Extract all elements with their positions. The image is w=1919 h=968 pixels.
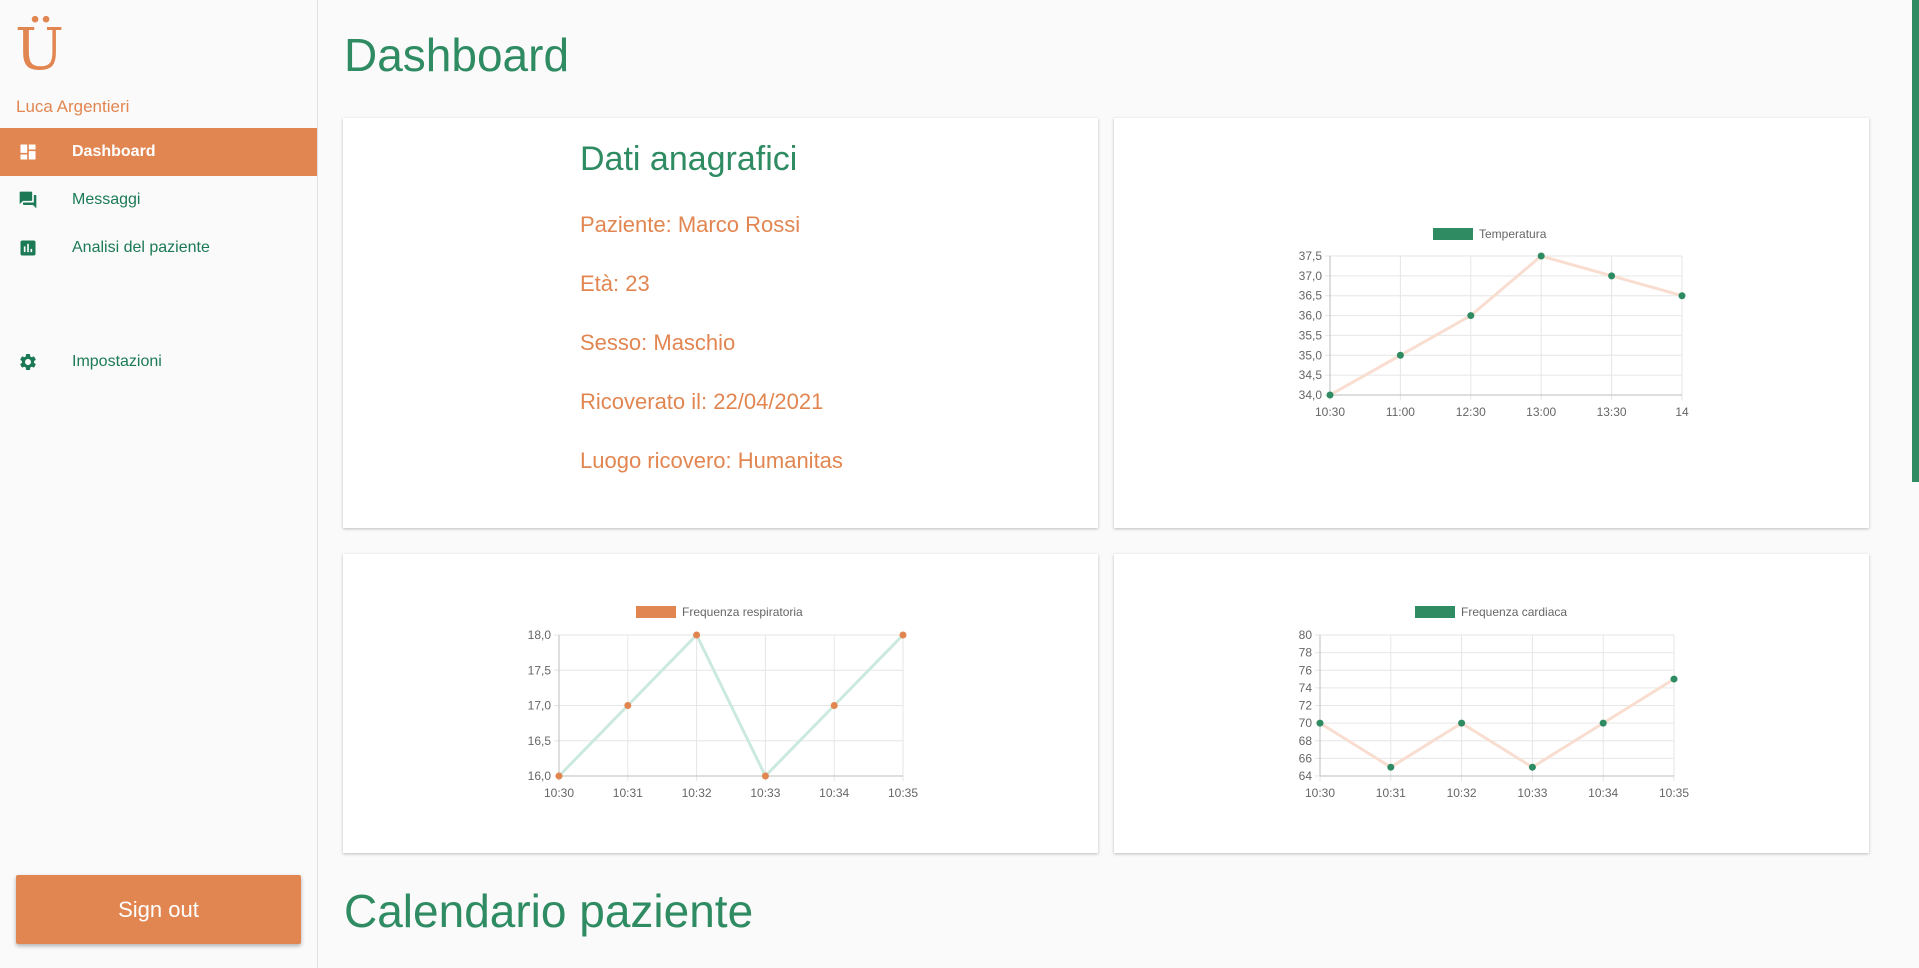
x-tick-label: 14: [1675, 405, 1689, 419]
y-tick-label: 70: [1299, 716, 1313, 730]
card-title: Dati anagrafici: [580, 140, 798, 178]
y-tick-label: 34,0: [1299, 388, 1323, 402]
admission-date: Ricoverato il: 22/04/2021: [580, 389, 824, 414]
sidebar-item-analisi[interactable]: Analisi del paziente: [0, 224, 317, 272]
y-tick-label: 36,0: [1299, 309, 1323, 323]
y-tick-label: 17,5: [528, 663, 552, 677]
data-point: [555, 772, 563, 780]
data-point: [1678, 292, 1686, 300]
heart-rate-chart-card: 80 78 76 74 72 70 68 66 64 10:30 10:31 10:32 10:33 10…: [1114, 554, 1869, 853]
data-point: [1670, 675, 1678, 683]
scrollbar-thumb[interactable]: [1912, 0, 1919, 482]
data-point: [1537, 252, 1545, 260]
x-tick-label: 10:30: [544, 786, 574, 800]
sidebar-item-label: Messaggi: [72, 191, 141, 208]
patient-age: Età: 23: [580, 271, 650, 296]
y-tick-label: 35,0: [1299, 348, 1323, 362]
y-tick-label: 76: [1299, 663, 1313, 677]
y-tick-label: 37,0: [1299, 269, 1323, 283]
legend-label: Frequenza cardiaca: [1461, 605, 1567, 619]
data-point: [1608, 272, 1616, 280]
x-tick-label: 13:00: [1526, 405, 1556, 419]
respiratory-rate-chart: 18,0 17,5 17,0 16,5 16,0 10:30 10:31 10:32 10:33…: [528, 605, 919, 800]
x-tick-label: 10:32: [1447, 786, 1477, 800]
legend-swatch: [1415, 606, 1455, 618]
y-tick-label: 74: [1299, 681, 1313, 695]
sidebar-item-label: Analisi del paziente: [72, 239, 210, 256]
x-tick-label: 10:33: [1517, 786, 1547, 800]
sidebar-item-impostazioni[interactable]: Impostazioni: [0, 338, 317, 386]
data-point: [899, 631, 907, 639]
user-name: Luca Argentieri: [16, 97, 130, 116]
x-tick-label: 10:31: [1376, 786, 1406, 800]
analytics-icon: [18, 238, 38, 258]
y-tick-label: 78: [1299, 646, 1313, 660]
y-tick-label: 18,0: [528, 628, 552, 642]
data-point: [1528, 763, 1536, 771]
y-tick-label: 36,5: [1299, 289, 1323, 303]
patient-sex: Sesso: Maschio: [580, 330, 736, 355]
patient-info-card: Dati anagrafici Paziente: Marco Rossi Et…: [343, 118, 1098, 528]
sidebar-item-label: Dashboard: [72, 143, 156, 160]
x-tick-label: 10:30: [1315, 405, 1345, 419]
dashboard-icon: [18, 142, 38, 162]
x-tick-label: 10:34: [1588, 786, 1618, 800]
sidebar-item-dashboard[interactable]: Dashboard: [0, 128, 317, 176]
data-point: [624, 702, 632, 709]
x-tick-label: 10:31: [613, 786, 643, 800]
data-point: [1467, 312, 1475, 320]
legend-swatch: [636, 606, 676, 618]
x-tick-label: 13:30: [1597, 405, 1627, 419]
y-tick-label: 16,5: [528, 734, 552, 748]
admission-place: Luogo ricovero: Humanitas: [580, 448, 843, 473]
legend-label: Frequenza respiratoria: [682, 605, 803, 619]
data-point: [1599, 719, 1607, 727]
gear-icon: [18, 352, 38, 372]
y-tick-label: 37,5: [1299, 249, 1323, 263]
sidebar: Ü Luca Argentieri Dashboard Messaggi Ana…: [0, 0, 318, 968]
x-tick-label: 11:00: [1386, 405, 1415, 419]
sign-out-button[interactable]: Sign out: [16, 875, 301, 944]
series-line: [1329, 254, 1683, 397]
x-tick-label: 10:30: [1305, 786, 1335, 800]
patient-name: Paziente: Marco Rossi: [580, 212, 801, 237]
y-tick-label: 66: [1299, 751, 1313, 765]
page-title: Dashboard: [344, 29, 570, 81]
x-tick-label: 10:33: [750, 786, 780, 800]
x-tick-label: 10:35: [1659, 786, 1689, 800]
y-tick-label: 35,5: [1299, 328, 1323, 342]
legend-label: Temperatura: [1479, 227, 1547, 241]
app-logo: Ü: [15, 15, 64, 83]
y-tick-label: 34,5: [1299, 368, 1323, 382]
y-tick-label: 80: [1299, 628, 1313, 642]
forum-icon: [18, 190, 38, 210]
y-tick-label: 17,0: [528, 699, 552, 713]
sidebar-item-label: Impostazioni: [72, 353, 162, 370]
sidebar-item-messaggi[interactable]: Messaggi: [0, 176, 317, 224]
y-tick-label: 16,0: [528, 769, 552, 783]
data-point: [830, 702, 838, 709]
y-tick-label: 72: [1299, 699, 1313, 713]
temperature-chart-card: 37,5 37,0 36,5 36,0 35,5 35,0 34,5 34,0 10:30 11:…: [1114, 118, 1869, 528]
heart-rate-chart: 80 78 76 74 72 70 68 66 64 10:30 10:31 10:32 10:33 10…: [1299, 605, 1690, 800]
data-point: [761, 772, 769, 780]
y-tick-label: 64: [1299, 769, 1313, 783]
temperature-chart: 37,5 37,0 36,5 36,0 35,5 35,0 34,5 34,0 10:30 11:…: [1299, 227, 1689, 419]
data-point: [1326, 391, 1334, 399]
data-point: [1316, 719, 1324, 727]
legend-swatch: [1433, 228, 1473, 240]
y-tick-label: 68: [1299, 734, 1313, 748]
data-point: [693, 631, 701, 639]
x-tick-label: 10:35: [888, 786, 918, 800]
x-tick-label: 10:34: [819, 786, 849, 800]
respiratory-chart-card: 18,0 17,5 17,0 16,5 16,0 10:30 10:31 10:32 10:33…: [343, 554, 1098, 853]
x-tick-label: 12:30: [1456, 405, 1486, 419]
x-tick-label: 10:32: [682, 786, 712, 800]
data-point: [1396, 351, 1404, 359]
data-point: [1387, 763, 1395, 771]
data-point: [1458, 719, 1466, 727]
calendar-title: Calendario paziente: [344, 885, 754, 937]
